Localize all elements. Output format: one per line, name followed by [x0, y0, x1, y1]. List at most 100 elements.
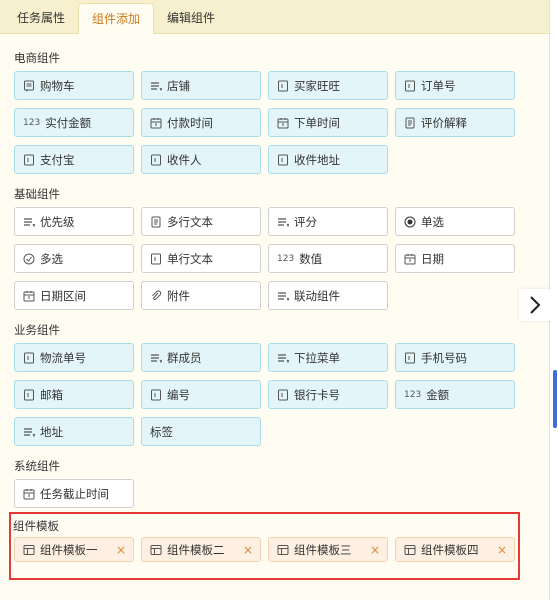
component-label: 买家旺旺 — [294, 78, 340, 93]
component-label: 多选 — [40, 251, 63, 266]
component-ecommerce-4[interactable]: 123 实付金额 — [14, 108, 134, 137]
component-basic-1[interactable]: 多行文本 — [141, 207, 261, 236]
component-label: 多行文本 — [167, 214, 213, 229]
component-label: 购物车 — [40, 78, 75, 93]
tab-edit-component[interactable]: 编辑组件 — [154, 3, 228, 33]
template-item-3[interactable]: 组件模板四 × — [395, 537, 515, 562]
component-basic-6[interactable]: 123 数值 — [268, 244, 388, 273]
field-icon — [150, 389, 162, 401]
component-label: 手机号码 — [421, 350, 467, 365]
chevron-right-icon — [530, 296, 541, 314]
component-label: 店铺 — [167, 78, 190, 93]
component-basic-5[interactable]: 单行文本 — [141, 244, 261, 273]
field-icon — [150, 154, 162, 166]
scrollbar-thumb[interactable] — [553, 370, 557, 428]
template-item-2[interactable]: 组件模板三 × — [268, 537, 388, 562]
component-business-7[interactable]: 123 金额 — [395, 380, 515, 409]
template-grid: 组件模板一 × 组件模板二 × 组件模板三 × 组件模板四 × — [14, 537, 515, 562]
component-business-3[interactable]: 手机号码 — [395, 343, 515, 372]
component-label: 任务截止时间 — [40, 486, 109, 501]
tab-task-properties[interactable]: 任务属性 — [4, 3, 78, 33]
component-ecommerce-10[interactable]: 收件地址 — [268, 145, 388, 174]
component-ecommerce-5[interactable]: 付款时间 — [141, 108, 261, 137]
component-ecommerce-8[interactable]: 支付宝 — [14, 145, 134, 174]
component-system-0[interactable]: 任务截止时间 — [14, 479, 134, 508]
basic-grid: 优先级 多行文本 评分 单选多选 单行文本 123 数值 日期日期区间 附件 联动组件 — [14, 207, 534, 310]
list-icon — [23, 426, 35, 438]
component-business-5[interactable]: 编号 — [141, 380, 261, 409]
section-title-business: 业务组件 — [14, 323, 60, 337]
component-label: 订单号 — [421, 78, 456, 93]
component-basic-8[interactable]: 日期区间 — [14, 281, 134, 310]
component-list: 电商组件 购物车 店铺 买家旺旺 订单号 123 实付金额 付款时间 下单时间 评价解释 支付宝 收… — [14, 50, 534, 520]
template-icon — [150, 544, 162, 556]
template-item-0[interactable]: 组件模板一 × — [14, 537, 134, 562]
component-label: 联动组件 — [294, 288, 340, 303]
component-label: 银行卡号 — [294, 387, 340, 402]
scrollbar-track[interactable] — [551, 34, 558, 600]
field-icon — [404, 80, 416, 92]
field-icon — [277, 80, 289, 92]
component-label: 下拉菜单 — [294, 350, 340, 365]
component-label: 地址 — [40, 424, 63, 439]
component-ecommerce-3[interactable]: 订单号 — [395, 71, 515, 100]
field-icon — [277, 154, 289, 166]
component-label: 收件地址 — [294, 152, 340, 167]
template-icon — [277, 544, 289, 556]
section-title-ecommerce: 电商组件 — [14, 51, 60, 65]
calendar-icon — [23, 290, 35, 302]
tab-bar: 任务属性 组件添加 编辑组件 — [0, 0, 549, 34]
component-business-6[interactable]: 银行卡号 — [268, 380, 388, 409]
component-label: 附件 — [167, 288, 190, 303]
number-icon: 123 — [23, 117, 41, 128]
component-basic-0[interactable]: 优先级 — [14, 207, 134, 236]
template-label: 组件模板四 — [421, 542, 479, 557]
calendar-icon — [404, 253, 416, 265]
close-icon[interactable]: × — [243, 543, 253, 557]
document-icon — [404, 117, 416, 129]
component-label: 数值 — [299, 251, 323, 266]
close-icon[interactable]: × — [116, 543, 126, 557]
component-business-2[interactable]: 下拉菜单 — [268, 343, 388, 372]
ecommerce-grid: 购物车 店铺 买家旺旺 订单号 123 实付金额 付款时间 下单时间 评价解释支付宝 收件人 收件地… — [14, 71, 534, 174]
component-business-0[interactable]: 物流单号 — [14, 343, 134, 372]
component-panel: 任务属性 组件添加 编辑组件 电商组件 购物车 店铺 买家旺旺 订单号 123 实付金额 付… — [0, 0, 551, 600]
section-title-templates: 组件模板 — [13, 519, 59, 533]
component-ecommerce-9[interactable]: 收件人 — [141, 145, 261, 174]
next-arrow-button[interactable] — [519, 289, 551, 321]
component-business-1[interactable]: 群成员 — [141, 343, 261, 372]
close-icon[interactable]: × — [497, 543, 507, 557]
component-business-9[interactable]: 标签 — [141, 417, 261, 446]
field-icon — [23, 154, 35, 166]
component-label: 编号 — [167, 387, 190, 402]
system-grid: 任务截止时间 — [14, 479, 534, 508]
component-basic-9[interactable]: 附件 — [141, 281, 261, 310]
component-ecommerce-2[interactable]: 买家旺旺 — [268, 71, 388, 100]
component-basic-4[interactable]: 多选 — [14, 244, 134, 273]
component-business-4[interactable]: 邮箱 — [14, 380, 134, 409]
component-label: 物流单号 — [40, 350, 86, 365]
field-icon — [404, 352, 416, 364]
section-title-system: 系统组件 — [14, 459, 60, 473]
component-ecommerce-0[interactable]: 购物车 — [14, 71, 134, 100]
component-ecommerce-1[interactable]: 店铺 — [141, 71, 261, 100]
component-business-8[interactable]: 地址 — [14, 417, 134, 446]
component-basic-3[interactable]: 单选 — [395, 207, 515, 236]
template-item-1[interactable]: 组件模板二 × — [141, 537, 261, 562]
close-icon[interactable]: × — [370, 543, 380, 557]
tab-add-component[interactable]: 组件添加 — [78, 3, 155, 34]
radio-icon — [404, 216, 416, 228]
cart-note-icon — [23, 80, 35, 92]
component-basic-2[interactable]: 评分 — [268, 207, 388, 236]
checkbox-icon — [23, 253, 35, 265]
component-basic-7[interactable]: 日期 — [395, 244, 515, 273]
list-icon — [277, 216, 289, 228]
template-label: 组件模板三 — [294, 542, 352, 557]
component-label: 单行文本 — [167, 251, 213, 266]
component-basic-10[interactable]: 联动组件 — [268, 281, 388, 310]
component-ecommerce-7[interactable]: 评价解释 — [395, 108, 515, 137]
list-icon — [277, 290, 289, 302]
template-icon — [23, 544, 35, 556]
section-title-basic: 基础组件 — [14, 187, 60, 201]
component-ecommerce-6[interactable]: 下单时间 — [268, 108, 388, 137]
